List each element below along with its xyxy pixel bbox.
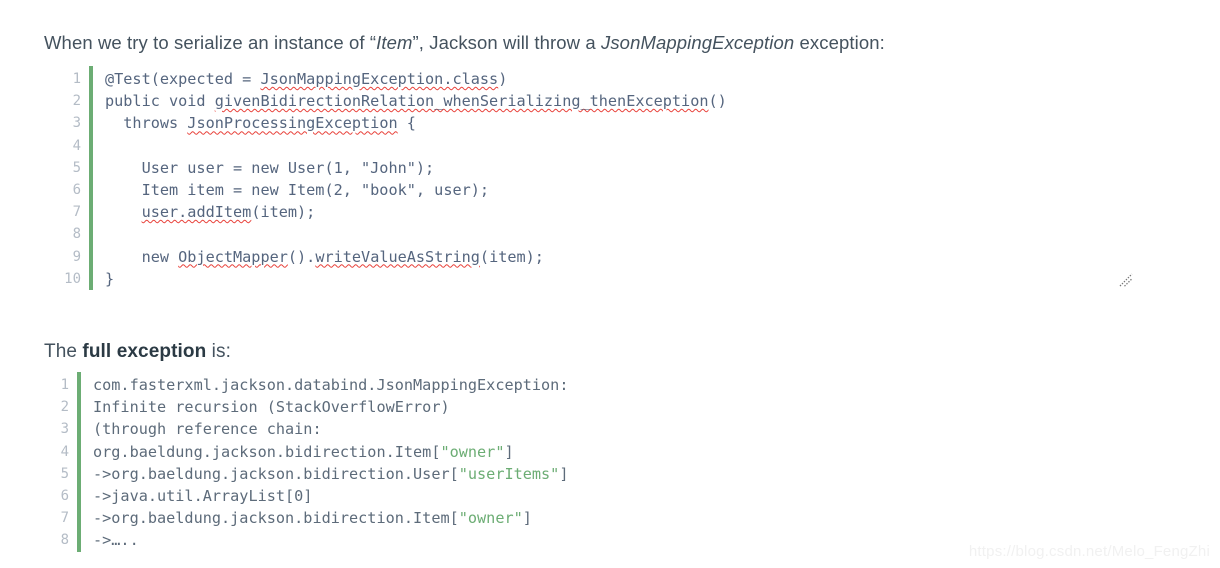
full-exception-heading: The full exception is: [44, 339, 231, 365]
code-line: ->org.baeldung.jackson.bidirection.Item[… [93, 509, 532, 528]
line-number-gutter-exception: 1 2 3 4 5 6 7 8 [55, 372, 69, 552]
line-number: 10 [64, 270, 81, 287]
code-line: (through reference chain: [93, 420, 322, 439]
line-number-gutter-serialize: 1 2 3 4 5 6 7 8 9 10 [55, 66, 81, 290]
full-exception-text-part2: is: [206, 341, 231, 362]
line-number: 9 [72, 248, 81, 265]
line-number: 8 [60, 532, 69, 549]
line-number: 1 [60, 377, 69, 393]
line-number: 3 [60, 421, 69, 438]
line-number: 4 [60, 443, 69, 460]
watermark: https://blog.csdn.net/Melo_FengZhi [968, 543, 1210, 560]
code-line: ->java.util.ArrayList[0] [93, 487, 313, 506]
intro-italic-item: Item [376, 31, 413, 53]
code-line: new ObjectMapper().writeValueAsString(it… [105, 247, 544, 266]
line-number: 2 [60, 399, 69, 416]
code-line: public void givenBidirectionRelation_whe… [105, 92, 727, 111]
code-line: } [105, 269, 115, 288]
code-block-exception-row: 1 2 3 4 5 6 7 8 com.fasterxml.jackson.databind.… [55, 372, 1170, 552]
line-number: 7 [72, 204, 81, 221]
full-exception-bold: full exception [82, 341, 207, 362]
line-number: 4 [72, 137, 81, 154]
intro-text-part2: ”, Jackson will throw a [412, 31, 601, 53]
line-number: 5 [60, 465, 69, 482]
code-block-serialize-row: 1 2 3 4 5 6 7 8 9 10 @Test(expected = JsonMapping… [55, 66, 1170, 291]
line-number: 6 [72, 182, 81, 199]
line-number: 3 [72, 115, 81, 132]
intro-text-part1: When we try to serialize an instance of … [44, 31, 377, 53]
intro-italic-exception: JsonMappingException [600, 31, 795, 53]
code-line: user.addItem(item); [141, 203, 316, 222]
line-number: 2 [72, 93, 81, 110]
line-number: 7 [60, 510, 69, 527]
code-line: Infinite recursion (StackOverflowError) [93, 398, 450, 417]
code-line: com.fasterxml.jackson.databind.JsonMappi… [93, 376, 569, 394]
code-block-exception[interactable]: 1 2 3 4 5 6 7 8 com.fasterxml.jackson.databind.… [55, 372, 1170, 552]
code-block-serialize[interactable]: 1 2 3 4 5 6 7 8 9 10 @Test(expected = JsonMapping… [55, 66, 1170, 294]
code-line: Item item = new Item(2, "book", user); [105, 181, 490, 200]
line-number: 6 [60, 488, 69, 505]
line-number: 5 [72, 159, 81, 176]
code-content-serialize[interactable]: @Test(expected = JsonMappingException.cl… [93, 66, 1170, 290]
intro-text-part3: exception: [794, 31, 885, 53]
intro-paragraph: When we try to serialize an instance of … [44, 31, 885, 56]
code-line: throws JsonProcessingException { [105, 114, 416, 133]
code-line: User user = new User(1, "John"); [105, 158, 435, 177]
code-line: @Test(expected = JsonMappingException.cl… [105, 70, 508, 88]
full-exception-text-part1: The [44, 341, 83, 362]
line-number: 1 [72, 71, 81, 87]
code-line: ->org.baeldung.jackson.bidirection.User[… [93, 464, 569, 483]
line-number: 8 [72, 226, 81, 243]
code-line: org.baeldung.jackson.bidirection.Item["o… [93, 442, 514, 461]
code-content-exception[interactable]: com.fasterxml.jackson.databind.JsonMappi… [81, 372, 1170, 552]
resize-grip-icon[interactable] [1118, 272, 1134, 288]
